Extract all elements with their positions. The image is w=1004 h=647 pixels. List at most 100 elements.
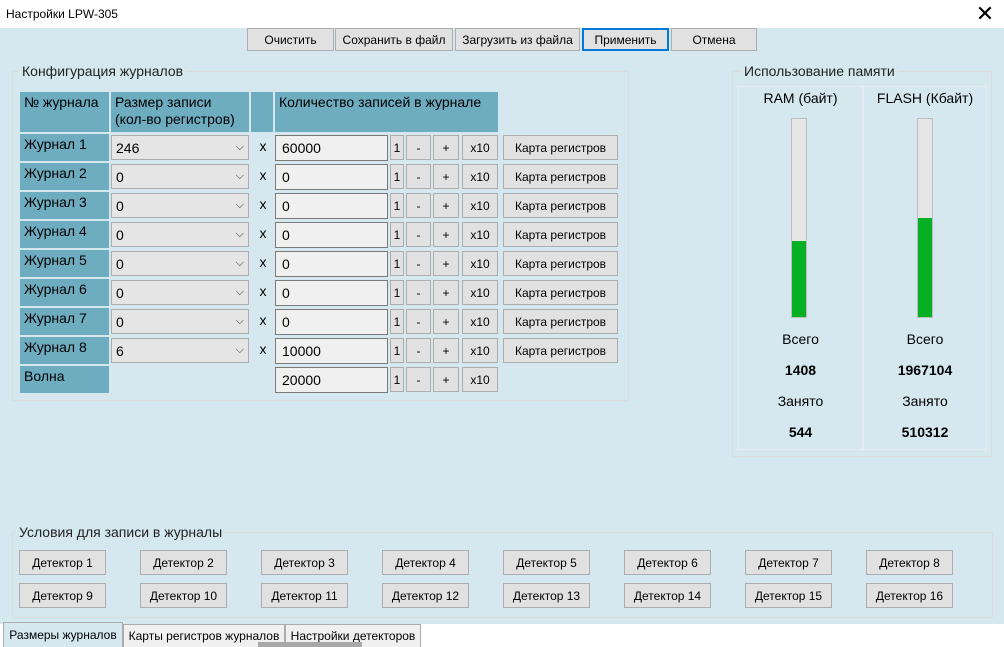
increment-button[interactable]: + xyxy=(433,338,459,363)
increment-button[interactable]: + xyxy=(433,280,459,305)
journal-2-size-select[interactable]: 0 ⌵ xyxy=(111,164,249,189)
decrement-button[interactable]: - xyxy=(406,164,431,189)
journal-2-count-input[interactable]: 0 xyxy=(275,164,388,190)
multiply-ten-button[interactable]: x10 xyxy=(462,338,498,363)
tab-bar: Размеры журналов Карты регистров журнало… xyxy=(0,622,1004,647)
detector-6-button[interactable]: Детектор 6 xyxy=(624,550,711,575)
detector-11-button[interactable]: Детектор 11 xyxy=(261,583,348,608)
decrement-button[interactable]: - xyxy=(406,251,431,276)
journal-7-size-select[interactable]: 0 ⌵ xyxy=(111,309,249,334)
journal-1-size-select[interactable]: 246 ⌵ xyxy=(111,135,249,160)
journal-8-size-select[interactable]: 6 ⌵ xyxy=(111,338,249,363)
journal-3-count-input[interactable]: 0 xyxy=(275,193,388,219)
step-one-button[interactable]: 1 xyxy=(390,338,404,363)
step-one-button[interactable]: 1 xyxy=(390,164,404,189)
wave-count-input[interactable]: 20000 xyxy=(275,367,388,393)
journal-8-register-map-button[interactable]: Карта регистров xyxy=(503,338,618,363)
apply-button[interactable]: Применить xyxy=(582,28,669,51)
multiply-ten-button[interactable]: x10 xyxy=(462,280,498,305)
journal-5-count-input[interactable]: 0 xyxy=(275,251,388,277)
step-one-button[interactable]: 1 xyxy=(390,193,404,218)
step-one-button[interactable]: 1 xyxy=(390,367,404,392)
multiply-ten-button[interactable]: x10 xyxy=(462,309,498,334)
journal-label: Журнал 4 xyxy=(20,221,109,248)
conditions-title: Условия для записи в журналы xyxy=(16,524,226,540)
journal-2-register-map-button[interactable]: Карта регистров xyxy=(503,164,618,189)
increment-button[interactable]: + xyxy=(433,222,459,247)
detector-15-button[interactable]: Детектор 15 xyxy=(745,583,832,608)
increment-button[interactable]: + xyxy=(433,193,459,218)
journal-4-count-input[interactable]: 0 xyxy=(275,222,388,248)
journal-6-size-select[interactable]: 0 ⌵ xyxy=(111,280,249,305)
detector-13-button[interactable]: Детектор 13 xyxy=(503,583,590,608)
journal-7-count-input[interactable]: 0 xyxy=(275,309,388,335)
journal-5-register-map-button[interactable]: Карта регистров xyxy=(503,251,618,276)
tab-journal-sizes[interactable]: Размеры журналов xyxy=(3,622,123,647)
journal-3-size-select[interactable]: 0 ⌵ xyxy=(111,193,249,218)
detector-14-button[interactable]: Детектор 14 xyxy=(624,583,711,608)
multiply-ten-button[interactable]: x10 xyxy=(462,222,498,247)
chevron-down-icon: ⌵ xyxy=(235,170,244,182)
journal-1-count-input[interactable]: 60000 xyxy=(275,135,388,161)
multiply-ten-button[interactable]: x10 xyxy=(462,367,498,392)
multiply-ten-button[interactable]: x10 xyxy=(462,251,498,276)
multiply-sign: x xyxy=(259,341,267,357)
detector-3-button[interactable]: Детектор 3 xyxy=(261,550,348,575)
increment-button[interactable]: + xyxy=(433,164,459,189)
journal-7-register-map-button[interactable]: Карта регистров xyxy=(503,309,618,334)
size-select-value: 0 xyxy=(116,197,124,214)
detector-1-button[interactable]: Детектор 1 xyxy=(19,550,106,575)
step-one-button[interactable]: 1 xyxy=(390,135,404,160)
detector-5-button[interactable]: Детектор 5 xyxy=(503,550,590,575)
ram-used-label: Занято xyxy=(777,393,824,409)
step-one-button[interactable]: 1 xyxy=(390,251,404,276)
increment-button[interactable]: + xyxy=(433,309,459,334)
close-icon[interactable]: ✕ xyxy=(966,0,1004,28)
journal-6-register-map-button[interactable]: Карта регистров xyxy=(503,280,618,305)
journal-4-size-select[interactable]: 0 ⌵ xyxy=(111,222,249,247)
detector-2-button[interactable]: Детектор 2 xyxy=(140,550,227,575)
journal-8-count-input[interactable]: 10000 xyxy=(275,338,388,364)
journal-3-register-map-button[interactable]: Карта регистров xyxy=(503,193,618,218)
cancel-button[interactable]: Отмена xyxy=(671,28,757,51)
load-from-file-button[interactable]: Загрузить из файла xyxy=(455,28,580,51)
decrement-button[interactable]: - xyxy=(406,309,431,334)
save-to-file-button[interactable]: Сохранить в файл xyxy=(335,28,453,51)
multiply-sign: x xyxy=(259,138,267,154)
horizontal-scrollbar-thumb[interactable] xyxy=(258,642,362,647)
detector-8-button[interactable]: Детектор 8 xyxy=(866,550,953,575)
chevron-down-icon: ⌵ xyxy=(235,344,244,356)
detector-16-button[interactable]: Детектор 16 xyxy=(866,583,953,608)
title-bar: Настройки LPW-305 ✕ xyxy=(0,0,1004,28)
size-select-value: 246 xyxy=(116,139,140,156)
decrement-button[interactable]: - xyxy=(406,222,431,247)
detector-12-button[interactable]: Детектор 12 xyxy=(382,583,469,608)
header-record-size: Размер записи (кол-во регистров) xyxy=(111,92,249,132)
step-one-button[interactable]: 1 xyxy=(390,222,404,247)
multiply-sign: x xyxy=(259,167,267,183)
journal-1-register-map-button[interactable]: Карта регистров xyxy=(503,135,618,160)
increment-button[interactable]: + xyxy=(433,367,459,392)
decrement-button[interactable]: - xyxy=(406,367,431,392)
journal-6-count-input[interactable]: 0 xyxy=(275,280,388,306)
step-one-button[interactable]: 1 xyxy=(390,309,404,334)
step-one-button[interactable]: 1 xyxy=(390,280,404,305)
journal-5-size-select[interactable]: 0 ⌵ xyxy=(111,251,249,276)
ram-usage-bar xyxy=(791,118,807,318)
detector-9-button[interactable]: Детектор 9 xyxy=(19,583,106,608)
decrement-button[interactable]: - xyxy=(406,338,431,363)
clear-button[interactable]: Очистить xyxy=(247,28,334,51)
increment-button[interactable]: + xyxy=(433,251,459,276)
multiply-ten-button[interactable]: x10 xyxy=(462,193,498,218)
decrement-button[interactable]: - xyxy=(406,135,431,160)
multiply-ten-button[interactable]: x10 xyxy=(462,164,498,189)
journal-4-register-map-button[interactable]: Карта регистров xyxy=(503,222,618,247)
journal-label: Журнал 2 xyxy=(20,163,109,190)
detector-7-button[interactable]: Детектор 7 xyxy=(745,550,832,575)
decrement-button[interactable]: - xyxy=(406,193,431,218)
increment-button[interactable]: + xyxy=(433,135,459,160)
detector-10-button[interactable]: Детектор 10 xyxy=(140,583,227,608)
multiply-ten-button[interactable]: x10 xyxy=(462,135,498,160)
decrement-button[interactable]: - xyxy=(406,280,431,305)
detector-4-button[interactable]: Детектор 4 xyxy=(382,550,469,575)
